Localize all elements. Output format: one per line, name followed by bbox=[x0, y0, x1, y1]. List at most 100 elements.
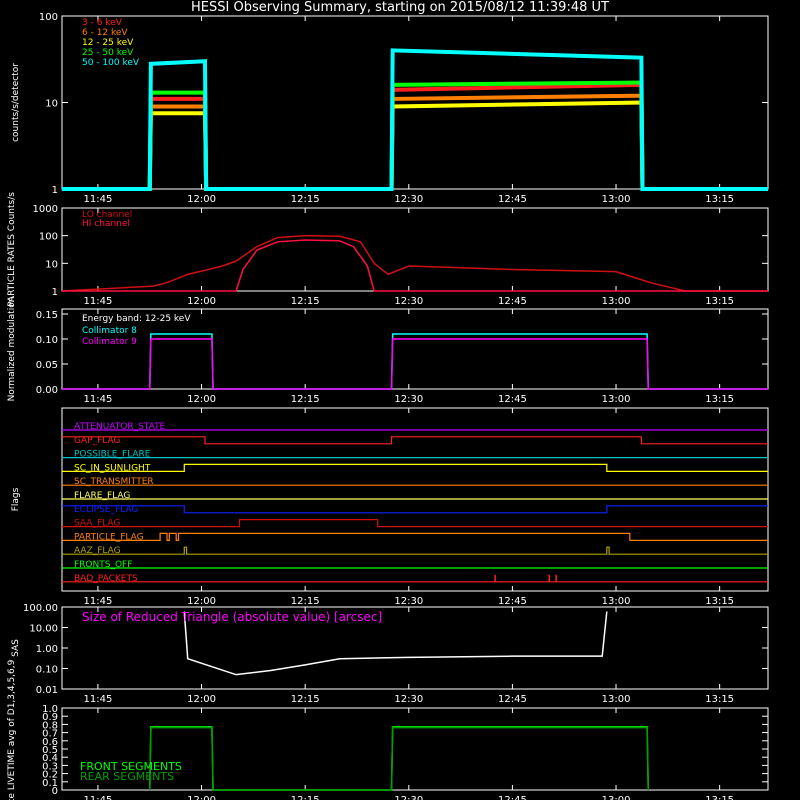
y-tick-label: 1 bbox=[52, 287, 58, 298]
x-tick-label: 13:00 bbox=[602, 795, 631, 800]
panel-sas: 11:45 12:00 12:15 12:30 12:45 13:00 13:15 0.01 0… bbox=[11, 603, 769, 705]
legend-entry: Size of Reduced Triangle (absolute value… bbox=[82, 610, 382, 624]
series-line bbox=[62, 338, 768, 390]
flag-line bbox=[62, 505, 768, 514]
legend-entry: 12 - 25 keV bbox=[82, 38, 134, 48]
flag-line bbox=[62, 519, 768, 528]
y-tick-label: 10 bbox=[45, 259, 58, 270]
x-tick-label: 12:15 bbox=[291, 394, 320, 405]
x-tick-label: 13:15 bbox=[705, 795, 734, 800]
x-tick-label: 11:45 bbox=[84, 194, 113, 205]
y-tick-label: 0.05 bbox=[36, 360, 58, 371]
flag-line bbox=[62, 546, 768, 555]
y-axis-label: Flags bbox=[11, 487, 21, 511]
y-axis-label: Normalized modulation bbox=[7, 297, 17, 402]
x-tick-label: 12:30 bbox=[394, 596, 423, 607]
x-tick-label: 12:00 bbox=[187, 296, 216, 307]
x-tick-label: 12:15 bbox=[291, 694, 320, 705]
flag-line bbox=[62, 436, 768, 445]
panel-counts: 11:45 12:00 12:15 12:30 12:45 13:00 13:15 1 10 10… bbox=[11, 12, 769, 205]
y-tick-label: 1.0 bbox=[42, 704, 58, 715]
x-tick-label: 12:00 bbox=[187, 596, 216, 607]
x-tick-label: 11:45 bbox=[84, 394, 113, 405]
y-axis-label: counts/s/detector bbox=[11, 63, 21, 142]
x-tick-label: 11:45 bbox=[84, 694, 113, 705]
legend-entry: 6 - 12 keV bbox=[82, 28, 128, 38]
y-tick-label: 0.00 bbox=[36, 385, 58, 396]
x-tick-label: 13:15 bbox=[705, 694, 734, 705]
x-tick-label: 12:45 bbox=[498, 394, 527, 405]
y-tick-label: 0.15 bbox=[36, 310, 58, 321]
x-tick-label: 11:45 bbox=[84, 596, 113, 607]
legend-entry: Collimator 9 bbox=[82, 337, 137, 347]
x-tick-label: 13:15 bbox=[705, 194, 734, 205]
y-tick-label: 1.00 bbox=[36, 644, 58, 655]
x-tick-label: 12:15 bbox=[291, 596, 320, 607]
flag-label: SC_IN_SUNLIGHT bbox=[74, 463, 151, 473]
x-tick-label: 12:45 bbox=[498, 795, 527, 800]
x-tick-label: 13:00 bbox=[602, 394, 631, 405]
x-tick-label: 12:00 bbox=[187, 795, 216, 800]
x-tick-label: 13:15 bbox=[705, 296, 734, 307]
y-axis-label: PARTICLE RATES Counts/s bbox=[7, 192, 17, 307]
legend-entry: REAR SEGMENTS bbox=[80, 770, 174, 783]
x-tick-label: 12:30 bbox=[394, 394, 423, 405]
energy-band-label: Energy band: 12-25 keV bbox=[82, 314, 191, 324]
x-tick-label: 12:45 bbox=[498, 296, 527, 307]
flag-label: ECLIPSE_FLAG bbox=[74, 505, 138, 515]
x-tick-label: 13:15 bbox=[705, 394, 734, 405]
flag-line bbox=[62, 463, 768, 472]
flag-label: BAD_PACKETS bbox=[74, 574, 138, 584]
y-tick-label: 0.10 bbox=[36, 665, 58, 676]
flag-label: AAZ_FLAG bbox=[74, 546, 121, 556]
series-line bbox=[148, 726, 650, 791]
legend-entry: 3 - 6 keV bbox=[82, 18, 123, 28]
series-line bbox=[62, 100, 768, 191]
x-tick-label: 11:45 bbox=[84, 296, 113, 307]
flag-label: FRONTS_OFF bbox=[74, 560, 132, 570]
y-tick-label: 1 bbox=[52, 185, 58, 196]
x-tick-label: 12:30 bbox=[394, 194, 423, 205]
flag-label: FLARE_FLAG bbox=[74, 491, 130, 501]
legend-entry: HI channel bbox=[82, 219, 130, 229]
y-tick-label: 10 bbox=[45, 99, 58, 110]
flag-label: SC_TRANSMITTER bbox=[74, 477, 154, 487]
x-tick-label: 12:15 bbox=[291, 194, 320, 205]
x-tick-label: 13:00 bbox=[602, 694, 631, 705]
x-tick-label: 12:30 bbox=[394, 296, 423, 307]
x-tick-label: 13:00 bbox=[602, 194, 631, 205]
x-tick-label: 12:15 bbox=[291, 296, 320, 307]
y-tick-label: 10.00 bbox=[29, 624, 58, 635]
x-tick-label: 12:00 bbox=[187, 394, 216, 405]
y-tick-label: 1000 bbox=[33, 204, 58, 215]
x-tick-label: 12:45 bbox=[498, 694, 527, 705]
series-line bbox=[61, 234, 768, 292]
y-tick-label: 0.10 bbox=[36, 335, 58, 346]
x-tick-label: 12:00 bbox=[187, 194, 216, 205]
panel-particle-rates: 11:45 12:00 12:15 12:30 12:45 13:00 13:15 1 10 10… bbox=[7, 192, 769, 307]
y-tick-label: 100 bbox=[39, 232, 58, 243]
x-tick-label: 13:00 bbox=[602, 296, 631, 307]
panel-frame bbox=[61, 15, 769, 190]
panel-livetime: 11:4512:0012:1512:3012:4513:0013:1500.10… bbox=[7, 659, 769, 800]
summary-figure: 11:45 12:00 12:15 12:30 12:45 13:00 13:1511010… bbox=[7, 12, 769, 800]
x-tick-label: 12:45 bbox=[498, 596, 527, 607]
x-tick-label: 12:30 bbox=[394, 795, 423, 800]
panel-flags: 11:45 12:00 12:15 12:30 12:45 13:00 13:15 Flags… bbox=[11, 407, 769, 607]
panel-modulation: 11:45 12:00 12:15 12:30 12:45 13:00 13:15 0.00 0… bbox=[7, 297, 769, 405]
flag-label: PARTICLE_FLAG bbox=[74, 532, 144, 542]
x-tick-label: 12:30 bbox=[394, 694, 423, 705]
x-tick-label: 13:00 bbox=[602, 596, 631, 607]
y-tick-label: 100.00 bbox=[23, 603, 58, 614]
y-tick-label: 100 bbox=[39, 12, 58, 23]
series-line bbox=[62, 93, 768, 191]
flag-label: POSSIBLE_FLARE bbox=[74, 450, 151, 460]
x-tick-label: 12:45 bbox=[498, 194, 527, 205]
flag-label: SAA_FLAG bbox=[74, 519, 120, 529]
flag-label: ATTENUATOR_STATE bbox=[74, 422, 166, 432]
x-tick-label: 11:45 bbox=[84, 795, 113, 800]
y-axis-label: SAS bbox=[11, 639, 21, 657]
y-axis-label: Mon. Rate LIVETIME avg of D1,3,4,5,6,9 bbox=[7, 659, 17, 800]
x-tick-label: 12:00 bbox=[187, 694, 216, 705]
flag-line bbox=[62, 532, 768, 541]
